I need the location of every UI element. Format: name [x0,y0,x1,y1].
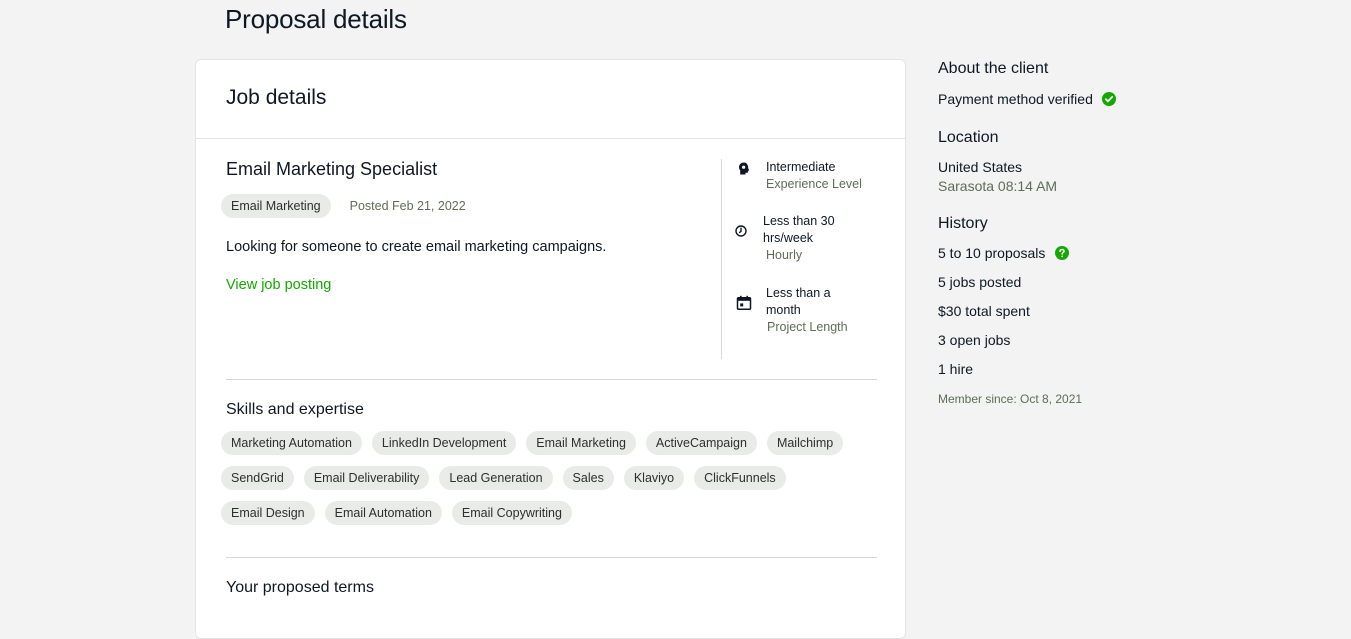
skill-tag[interactable]: ActiveCampaign [645,431,757,455]
feature-hours-label: Hourly [766,248,803,262]
skills-heading: Skills and expertise [226,401,364,418]
skill-tag[interactable]: Lead Generation [439,466,553,490]
hires-count: 1 hire [938,361,974,377]
proposals-count: 5 to 10 proposals [938,245,1198,261]
feature-length-value: Less than a month [766,286,831,317]
skill-tag[interactable]: Mailchimp [766,431,844,455]
skill-tag[interactable]: Email Copywriting [451,501,572,525]
calendar-icon [736,295,752,311]
feature-length-label: Project Length [767,320,848,334]
location-heading: Location [938,129,999,146]
job-details-card: Job details Email Marketing Specialist E… [195,59,906,639]
client-city-time: Sarasota 08:14 AM [938,178,1058,194]
view-job-posting-link[interactable]: View job posting [226,277,331,293]
skill-tag[interactable]: Sales [562,466,614,490]
job-description: Looking for someone to create email mark… [226,239,607,255]
skill-tag[interactable]: LinkedIn Development [371,431,517,455]
job-summary-main: Email Marketing Specialist Email Marketi… [221,159,706,294]
category-tag[interactable]: Email Marketing [221,194,331,218]
posted-date: Posted Feb 21, 2022 [349,199,466,213]
feature-experience-label: Experience Level [766,177,862,191]
verified-check-icon [1101,92,1116,106]
feature-experience-value: Intermediate [766,160,836,174]
section-divider [226,557,877,558]
feature-hours-value: Less than 30 hrs/week [763,214,835,245]
skills-list: Marketing Automation LinkedIn Developmen… [221,431,881,525]
member-since: Member since: Oct 8, 2021 [938,392,1083,406]
job-summary: Email Marketing Specialist Email Marketi… [196,139,905,379]
client-country: United States [938,159,1023,175]
proposals-count-text: 5 to 10 proposals [938,245,1046,261]
open-jobs: 3 open jobs [938,332,1011,348]
payment-verified-text: Payment method verified [938,91,1093,107]
total-spent: $30 total spent [938,303,1030,319]
skill-tag[interactable]: Email Design [221,501,315,525]
jobs-posted: 5 jobs posted [938,274,1022,290]
skill-tag[interactable]: Klaviyo [623,466,685,490]
skill-tag[interactable]: Email Marketing [526,431,636,455]
job-title: Email Marketing Specialist [226,159,438,179]
page-title: Proposal details [225,4,407,34]
skill-tag[interactable]: Marketing Automation [221,431,362,455]
card-header: Job details [196,60,905,139]
job-details-heading: Job details [226,86,327,109]
skill-tag[interactable]: Email Automation [324,501,442,525]
job-meta-row: Email Marketing Posted Feb 21, 2022 [221,194,706,218]
payment-verified: Payment method verified [938,91,1198,107]
section-divider [226,379,877,380]
about-client-heading: About the client [938,60,1049,77]
skill-tag[interactable]: Email Deliverability [303,466,430,490]
clock-icon [733,223,749,239]
history-heading: History [938,215,988,232]
proposed-terms-heading: Your proposed terms [226,579,374,596]
job-features: Intermediate Experience Level Less than … [721,159,862,359]
client-sidebar: About the client Payment method verified… [938,60,1198,406]
skill-tag[interactable]: ClickFunnels [694,466,786,490]
help-icon[interactable] [1055,246,1070,260]
lightbulb-head-icon [736,161,752,177]
skill-tag[interactable]: SendGrid [221,466,294,490]
